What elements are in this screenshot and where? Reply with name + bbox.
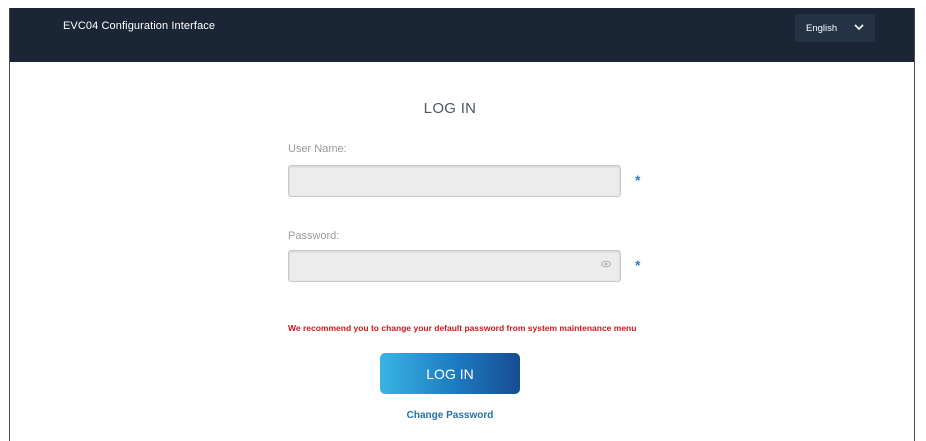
username-label: User Name: — [288, 143, 347, 155]
login-button[interactable]: LOG IN — [380, 353, 520, 394]
app-title: EVC04 Configuration Interface — [63, 20, 216, 32]
language-label: English — [806, 22, 838, 34]
app-window: EVC04 Configuration Interface English LO… — [9, 8, 915, 441]
change-password-link[interactable]: Change Password — [380, 410, 520, 421]
top-bar: EVC04 Configuration Interface English — [10, 8, 914, 62]
language-select[interactable]: English — [795, 14, 875, 42]
eye-icon[interactable] — [601, 260, 611, 268]
password-warning: We recommend you to change your default … — [288, 323, 637, 333]
login-title: LOG IN — [423, 100, 477, 117]
password-input[interactable] — [288, 250, 621, 282]
password-required-mark: * — [635, 257, 641, 273]
chevron-down-icon — [854, 24, 864, 31]
password-label: Password: — [288, 230, 340, 242]
username-input[interactable] — [288, 165, 621, 197]
username-required-mark: * — [635, 172, 641, 188]
